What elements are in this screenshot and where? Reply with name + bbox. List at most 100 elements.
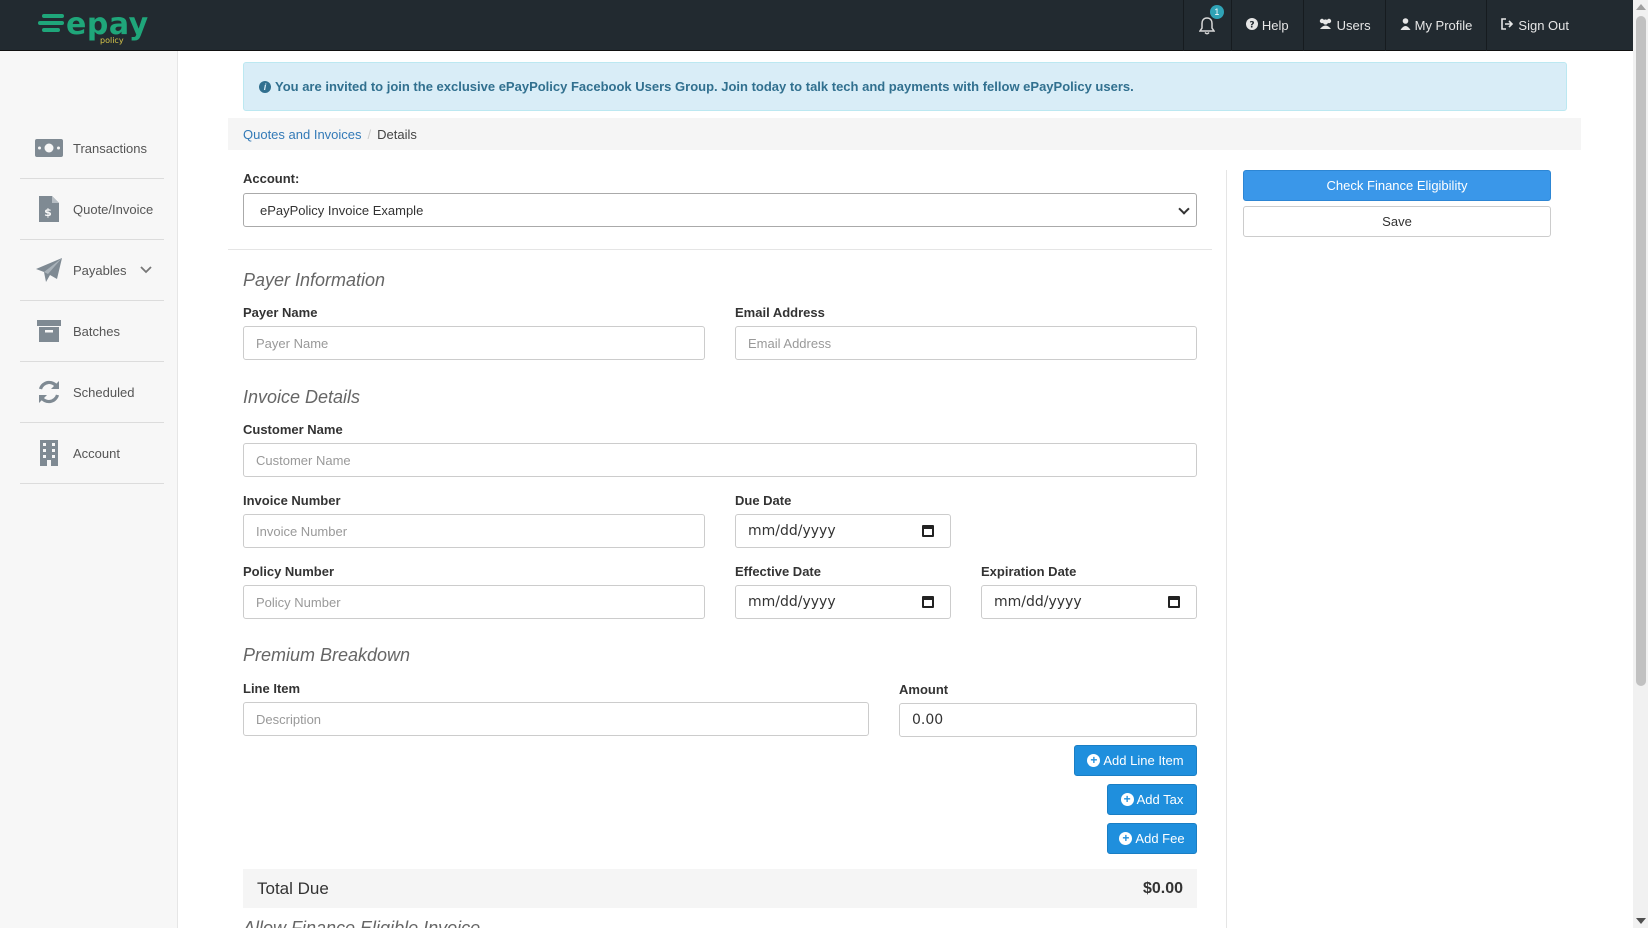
expiration-date-value: mm/dd/yyyy bbox=[994, 594, 1082, 610]
account-selected-value: ePayPolicy Invoice Example bbox=[260, 202, 424, 218]
user-icon bbox=[1400, 18, 1411, 33]
payer-name-label: Payer Name bbox=[243, 305, 318, 320]
account-select[interactable]: ePayPolicy Invoice Example bbox=[243, 193, 1197, 227]
premium-breakdown-heading: Premium Breakdown bbox=[243, 645, 411, 665]
policy-number-label: Policy Number bbox=[243, 564, 335, 579]
sidebar-item-payables[interactable]: Payables bbox=[20, 240, 164, 301]
paper-plane-icon bbox=[35, 256, 63, 284]
invoice-icon: $ bbox=[35, 195, 63, 223]
add-fee-label: Add Fee bbox=[1135, 831, 1185, 846]
sidebar-item-label: Payables bbox=[73, 262, 127, 278]
sign-out-label: Sign Out bbox=[1518, 18, 1569, 33]
expiration-date-input[interactable]: mm/dd/yyyy bbox=[981, 585, 1197, 619]
info-circle-icon: i bbox=[259, 80, 271, 93]
help-label: Help bbox=[1261, 18, 1289, 33]
logo-subtext: policy bbox=[100, 36, 124, 45]
plus-circle-icon: + bbox=[1120, 793, 1134, 806]
check-finance-eligibility-button[interactable]: Check Finance Eligibility bbox=[1243, 170, 1551, 201]
add-line-item-button[interactable]: + Add Line Item bbox=[1074, 745, 1197, 776]
add-tax-label: Add Tax bbox=[1136, 792, 1184, 807]
add-fee-button[interactable]: + Add Fee bbox=[1107, 823, 1197, 854]
page-scrollbar[interactable] bbox=[1633, 0, 1648, 928]
plus-circle-icon: + bbox=[1119, 832, 1133, 845]
divider bbox=[228, 249, 1212, 250]
due-date-value: mm/dd/yyyy bbox=[748, 523, 836, 539]
expiration-date-label: Expiration Date bbox=[981, 564, 1077, 579]
sidebar: Transactions $ Quote/Invoice Payables Ba… bbox=[0, 51, 178, 928]
breadcrumb: Quotes and Invoices / Details bbox=[228, 118, 1581, 150]
svg-text:$: $ bbox=[44, 206, 52, 219]
users-label: Users bbox=[1336, 18, 1371, 33]
save-button[interactable]: Save bbox=[1243, 206, 1551, 237]
chevron-down-icon[interactable] bbox=[140, 264, 152, 277]
allow-finance-label: Allow Finance Eligible Invoice bbox=[243, 918, 481, 928]
due-date-label: Due Date bbox=[735, 493, 792, 508]
line-item-label: Line Item bbox=[243, 681, 301, 696]
payer-name-input[interactable] bbox=[243, 326, 705, 360]
effective-date-label: Effective Date bbox=[735, 564, 821, 579]
email-address-input[interactable] bbox=[735, 326, 1197, 360]
money-icon bbox=[35, 134, 63, 162]
allow-finance-heading: Allow Finance Eligible Invoice bbox=[243, 918, 480, 928]
sidebar-item-scheduled[interactable]: Scheduled bbox=[20, 362, 164, 423]
calendar-icon[interactable] bbox=[1168, 596, 1180, 608]
sidebar-item-account[interactable]: Account bbox=[20, 423, 164, 484]
sidebar-item-label: Batches bbox=[73, 323, 120, 339]
plus-circle-icon: + bbox=[1087, 754, 1101, 767]
top-navbar: epay policy 1 ? Help Users My Profile Si… bbox=[0, 0, 1633, 51]
scroll-down-arrow-icon[interactable] bbox=[1636, 918, 1646, 924]
sidebar-item-label: Quote/Invoice bbox=[73, 201, 154, 217]
refresh-icon bbox=[35, 378, 63, 406]
invoice-number-label: Invoice Number bbox=[243, 493, 341, 508]
sidebar-item-quote-invoice[interactable]: $ Quote/Invoice bbox=[20, 179, 164, 240]
breadcrumb-separator: / bbox=[367, 126, 372, 142]
customer-name-input[interactable] bbox=[243, 443, 1197, 477]
breadcrumb-quotes-invoices-link[interactable]: Quotes and Invoices bbox=[243, 127, 362, 142]
add-tax-button[interactable]: + Add Tax bbox=[1107, 784, 1197, 815]
my-profile-label: My Profile bbox=[1414, 18, 1473, 33]
sidebar-item-batches[interactable]: Batches bbox=[20, 301, 164, 362]
question-circle-icon: ? bbox=[1245, 18, 1258, 33]
alert-text: You are invited to join the exclusive eP… bbox=[275, 79, 1134, 94]
sidebar-item-transactions[interactable]: Transactions bbox=[20, 118, 164, 179]
policy-number-input[interactable] bbox=[243, 585, 705, 619]
column-divider bbox=[1226, 170, 1227, 928]
help-link[interactable]: ? Help bbox=[1230, 0, 1303, 51]
customer-name-label: Customer Name bbox=[243, 422, 343, 437]
logo-mark-icon bbox=[38, 10, 64, 38]
epay-logo[interactable]: epay policy bbox=[38, 10, 149, 45]
calendar-icon[interactable] bbox=[922, 596, 934, 608]
chevron-down-icon bbox=[1178, 203, 1190, 215]
total-due-row: Total Due $0.00 bbox=[243, 869, 1197, 908]
users-icon bbox=[1318, 18, 1333, 33]
my-profile-link[interactable]: My Profile bbox=[1384, 0, 1487, 51]
archive-icon bbox=[35, 317, 63, 345]
sidebar-item-label: Transactions bbox=[73, 140, 147, 156]
svg-text:?: ? bbox=[1249, 21, 1254, 31]
email-address-label: Email Address bbox=[735, 305, 825, 320]
calendar-icon[interactable] bbox=[922, 525, 934, 537]
add-line-item-label: Add Line Item bbox=[1103, 753, 1184, 768]
scroll-up-arrow-icon[interactable] bbox=[1636, 4, 1646, 10]
effective-date-value: mm/dd/yyyy bbox=[748, 594, 836, 610]
building-icon bbox=[35, 439, 63, 467]
line-item-description-input[interactable] bbox=[243, 702, 869, 736]
due-date-input[interactable]: mm/dd/yyyy bbox=[735, 514, 951, 548]
sidebar-item-label: Scheduled bbox=[73, 384, 135, 400]
breadcrumb-current: Details bbox=[377, 126, 417, 142]
top-nav-right: 1 ? Help Users My Profile Sign Out bbox=[1182, 0, 1633, 51]
notification-count-badge: 1 bbox=[1209, 5, 1224, 19]
sign-out-link[interactable]: Sign Out bbox=[1486, 0, 1633, 51]
users-link[interactable]: Users bbox=[1302, 0, 1385, 51]
notifications-button[interactable]: 1 bbox=[1182, 0, 1231, 51]
amount-label: Amount bbox=[899, 682, 949, 697]
invoice-details-heading: Invoice Details bbox=[243, 387, 361, 407]
scrollbar-thumb[interactable] bbox=[1636, 16, 1646, 686]
invoice-number-input[interactable] bbox=[243, 514, 705, 548]
sign-out-icon bbox=[1501, 18, 1514, 33]
sidebar-item-label: Account bbox=[73, 445, 120, 461]
bell-icon bbox=[1199, 16, 1216, 34]
account-label: Account: bbox=[243, 171, 300, 186]
amount-input[interactable] bbox=[899, 703, 1197, 737]
effective-date-input[interactable]: mm/dd/yyyy bbox=[735, 585, 951, 619]
